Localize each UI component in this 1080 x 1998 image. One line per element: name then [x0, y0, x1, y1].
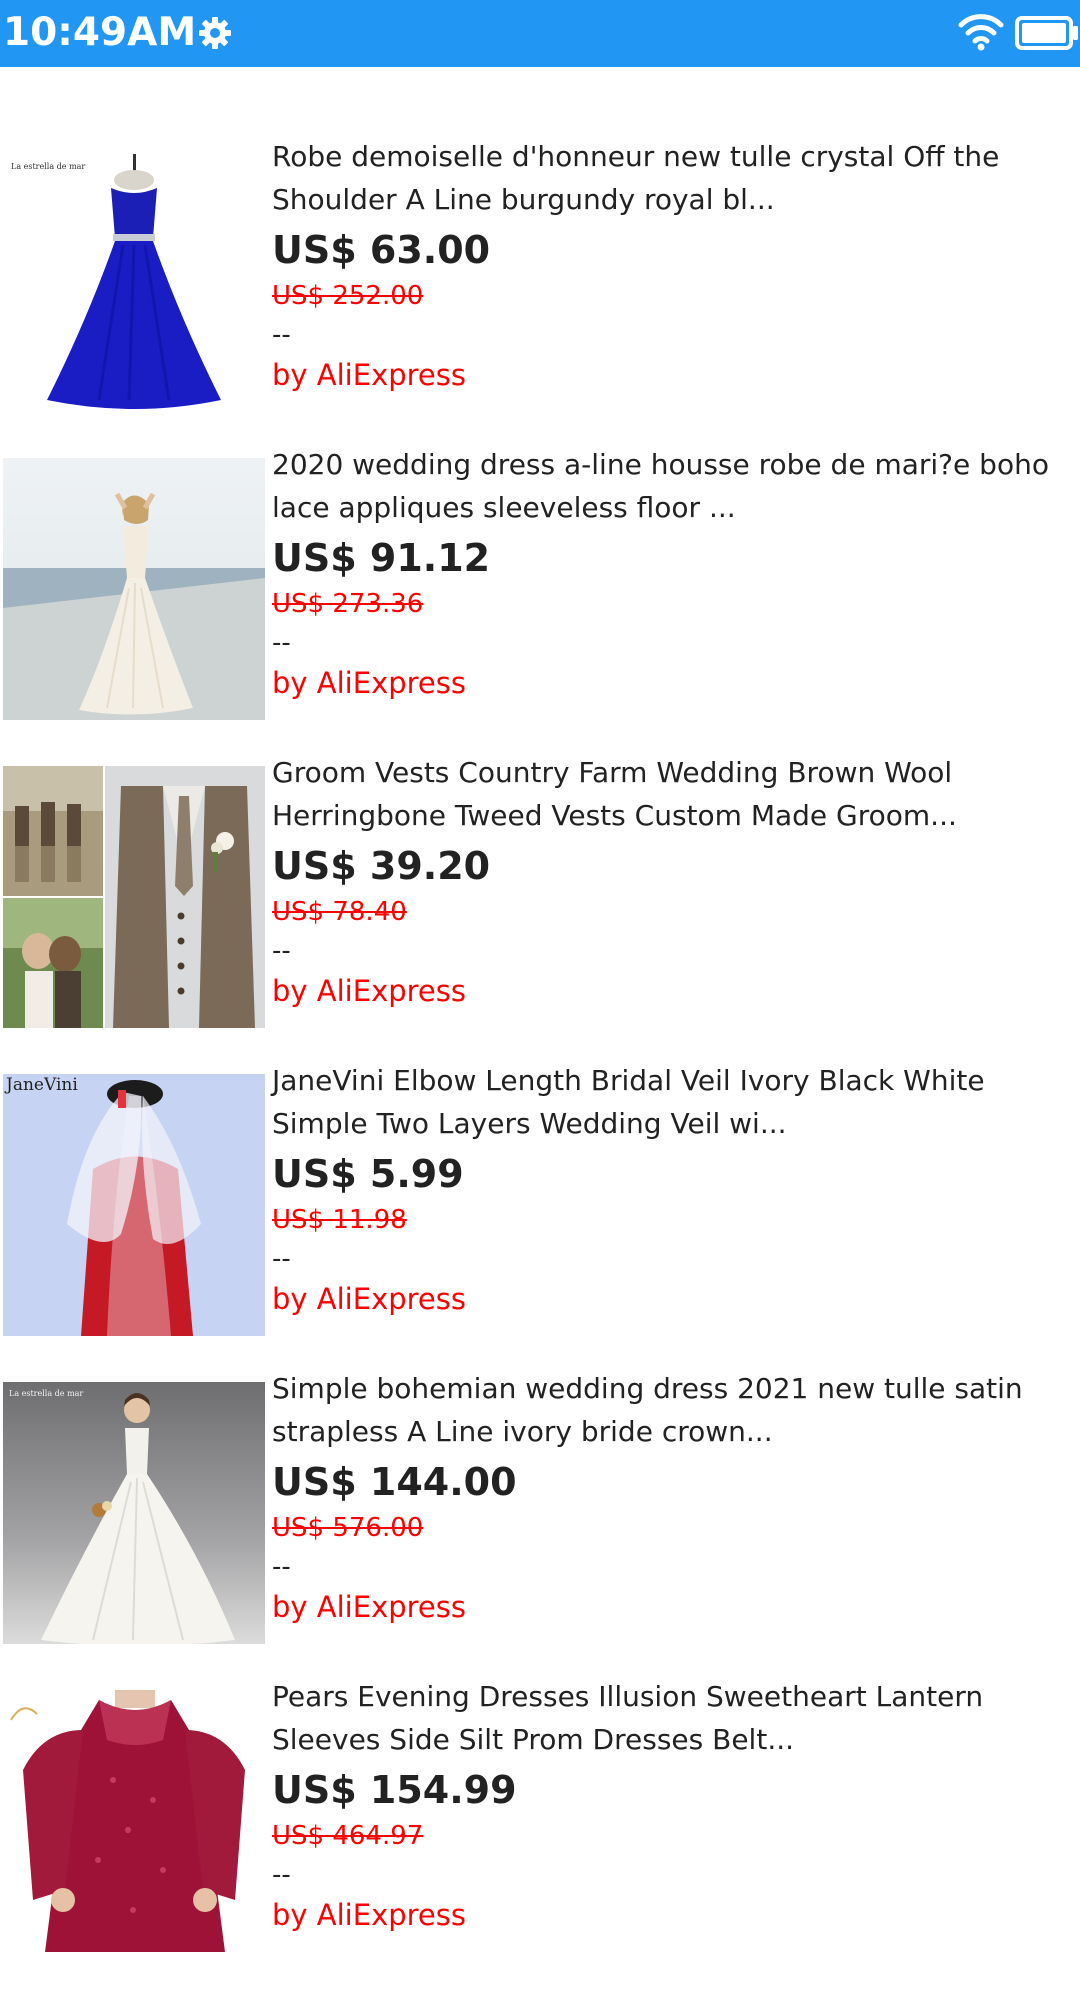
- product-price: US$ 91.12: [272, 536, 491, 580]
- product-item[interactable]: 2020 wedding dress a-line housse robe de…: [0, 448, 1080, 766]
- product-rating: --: [272, 1552, 291, 1582]
- product-image[interactable]: [3, 766, 265, 1028]
- evening-dress-image: [3, 1690, 265, 1952]
- product-price: US$ 154.99: [272, 1768, 517, 1812]
- product-image[interactable]: La estrella de mar: [3, 150, 265, 412]
- bohemian-dress-image: La estrella de mar: [3, 1382, 265, 1644]
- blue-gown-image: La estrella de mar: [3, 150, 265, 412]
- product-seller: by AliExpress: [272, 974, 466, 1008]
- image-brand-text: JaneVini: [4, 1075, 78, 1095]
- product-original-price: US$ 252.00: [272, 281, 424, 311]
- image-brand-text: La estrella de mar: [11, 162, 85, 171]
- product-price: US$ 63.00: [272, 228, 491, 272]
- product-original-price: US$ 11.98: [272, 1205, 407, 1235]
- product-title[interactable]: Robe demoiselle d'honneur new tulle crys…: [272, 135, 1077, 221]
- product-price: US$ 5.99: [272, 1152, 464, 1196]
- groom-vest-image: [3, 766, 265, 1028]
- lace-dress-image: [3, 458, 265, 720]
- bridal-veil-image: JaneVini: [3, 1074, 265, 1336]
- product-original-price: US$ 576.00: [272, 1513, 424, 1543]
- product-image[interactable]: La estrella de mar: [3, 1382, 265, 1644]
- product-original-price: US$ 464.97: [272, 1821, 424, 1851]
- product-seller: by AliExpress: [272, 358, 466, 392]
- product-price: US$ 144.00: [272, 1460, 517, 1504]
- product-title[interactable]: Pears Evening Dresses Illusion Sweethear…: [272, 1675, 1077, 1761]
- product-rating: --: [272, 936, 291, 966]
- product-rating: --: [272, 320, 291, 350]
- product-title[interactable]: Simple bohemian wedding dress 2021 new t…: [272, 1367, 1077, 1453]
- product-title[interactable]: Groom Vests Country Farm Wedding Brown W…: [272, 751, 1077, 837]
- status-bar: 10:49AM: [0, 0, 1080, 67]
- product-original-price: US$ 273.36: [272, 589, 424, 619]
- product-seller: by AliExpress: [272, 1590, 466, 1624]
- image-brand-text: La estrella de mar: [9, 1389, 83, 1398]
- product-rating: --: [272, 628, 291, 658]
- product-item[interactable]: Pears Evening Dresses Illusion Sweethear…: [0, 1680, 1080, 1998]
- product-item[interactable]: Groom Vests Country Farm Wedding Brown W…: [0, 756, 1080, 1074]
- product-title[interactable]: JaneVini Elbow Length Bridal Veil Ivory …: [272, 1059, 1077, 1145]
- product-item[interactable]: La estrella de mar Simple bohemian weddi…: [0, 1372, 1080, 1690]
- gear-icon: [199, 17, 231, 49]
- product-item[interactable]: JaneVini JaneVini Elbow Length Bridal Ve…: [0, 1064, 1080, 1382]
- product-title[interactable]: 2020 wedding dress a-line housse robe de…: [272, 443, 1077, 529]
- battery-icon: [1015, 16, 1078, 50]
- product-original-price: US$ 78.40: [272, 897, 407, 927]
- product-image[interactable]: [3, 458, 265, 720]
- product-seller: by AliExpress: [272, 1282, 466, 1316]
- product-item[interactable]: La estrella de mar Robe demoiselle d'hon…: [0, 140, 1080, 458]
- product-rating: --: [272, 1244, 291, 1274]
- product-seller: by AliExpress: [272, 1898, 466, 1932]
- product-price: US$ 39.20: [272, 844, 491, 888]
- product-image[interactable]: JaneVini: [3, 1074, 265, 1336]
- product-image[interactable]: [3, 1690, 265, 1952]
- wifi-icon: [958, 14, 1004, 51]
- product-seller: by AliExpress: [272, 666, 466, 700]
- product-rating: --: [272, 1860, 291, 1890]
- status-time: 10:49AM: [3, 10, 197, 55]
